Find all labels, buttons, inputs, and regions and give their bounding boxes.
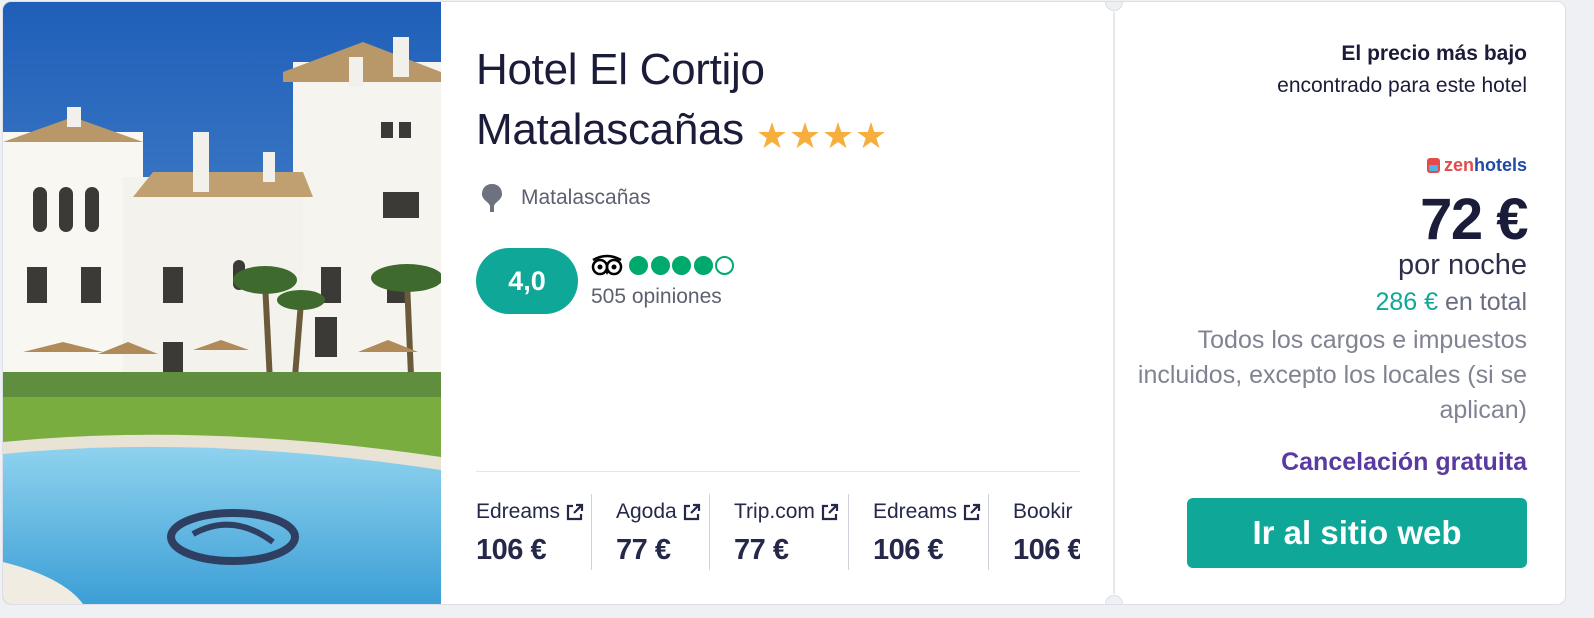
rating-bubble-filled (629, 255, 648, 275)
provider-deal[interactable]: Edreams 106 € (476, 494, 591, 570)
provider-name: Bookir (1013, 500, 1073, 523)
external-link-icon (821, 503, 839, 520)
hotel-name[interactable]: Hotel El Cortijo Matalascañas ★★★★ (476, 40, 1036, 164)
brand-text-zen: zen (1443, 155, 1474, 175)
location[interactable]: Matalascañas (481, 182, 651, 214)
rating-bubble-filled (693, 255, 713, 275)
taxes-note: Todos los cargos e impuestos incluidos, … (1137, 326, 1527, 424)
provider-deal[interactable]: Agoda 77 € (591, 494, 709, 570)
brand-text-hotels: hotels (1473, 155, 1527, 175)
star-icon: ★ (854, 115, 887, 156)
hotel-name-line2[interactable]: Matalascañas (476, 105, 744, 154)
star-icon: ★ (788, 115, 821, 156)
external-link-icon (963, 503, 981, 520)
per-night-label: por noche (1398, 249, 1527, 281)
provider-deal[interactable]: Bookir 106 € (988, 494, 1080, 570)
price-per-night[interactable]: 72 € (1420, 186, 1528, 253)
rating-bubble-filled (672, 255, 691, 275)
go-to-site-button[interactable]: Ir al sitio web (1187, 498, 1527, 568)
provider-price: 106 € (476, 534, 547, 566)
rating-bubble-empty (715, 255, 734, 275)
external-link-icon (566, 503, 584, 520)
tripadvisor-owl-icon (591, 254, 623, 276)
star-icon: ★ (755, 115, 788, 156)
rating-bubble-filled (650, 255, 670, 275)
provider-price: 106 € (1013, 534, 1080, 566)
provider-name: Edreams (873, 500, 958, 523)
hotel-photo[interactable] (3, 2, 441, 604)
hotel-info: Hotel El Cortijo Matalascañas ★★★★ Matal… (441, 2, 1113, 604)
total-amount: 286 € (1375, 288, 1439, 316)
lowest-price-subheading: encontrado para este hotel (1277, 74, 1527, 97)
map-pin-icon (482, 184, 502, 212)
hotel-result-card[interactable]: Hotel El Cortijo Matalascañas ★★★★ Matal… (3, 2, 1565, 604)
external-link-icon (683, 503, 700, 520)
star-icon: ★ (821, 115, 854, 156)
total-price: 286 € en total (1375, 288, 1527, 317)
hotel-name-line1[interactable]: Hotel El Cortijo (476, 40, 1036, 100)
review-count[interactable]: 505 opiniones (591, 285, 737, 309)
provider-price: 77 € (734, 534, 789, 566)
total-label: en total (1438, 288, 1527, 316)
divider (476, 471, 1080, 472)
provider-prices: Edreams 106 € Agoda 77 € Trip.com 77 € E… (476, 494, 1080, 572)
provider-name: Trip.com (734, 500, 815, 523)
provider-name: Agoda (616, 500, 677, 523)
star-rating: ★★★★ (756, 104, 888, 164)
provider-deal[interactable]: Edreams 106 € (848, 494, 988, 570)
zenhotels-logo-icon (1426, 158, 1440, 173)
rating-score-badge[interactable]: 4,0 (476, 248, 578, 314)
provider-name: Edreams (476, 500, 561, 523)
location-text: Matalascañas (521, 186, 651, 209)
tripadvisor-rating[interactable]: 505 opiniones (591, 253, 737, 309)
lowest-price-heading: El precio más bajo (1341, 42, 1527, 65)
provider-price: 77 € (616, 534, 671, 566)
price-panel: El precio más bajo encontrado para este … (1115, 2, 1565, 604)
free-cancellation-label: Cancelación gratuita (1281, 448, 1527, 476)
provider-logo[interactable]: zen hotels (1426, 155, 1527, 176)
provider-price: 106 € (873, 534, 944, 566)
provider-deal[interactable]: Trip.com 77 € (709, 494, 847, 570)
